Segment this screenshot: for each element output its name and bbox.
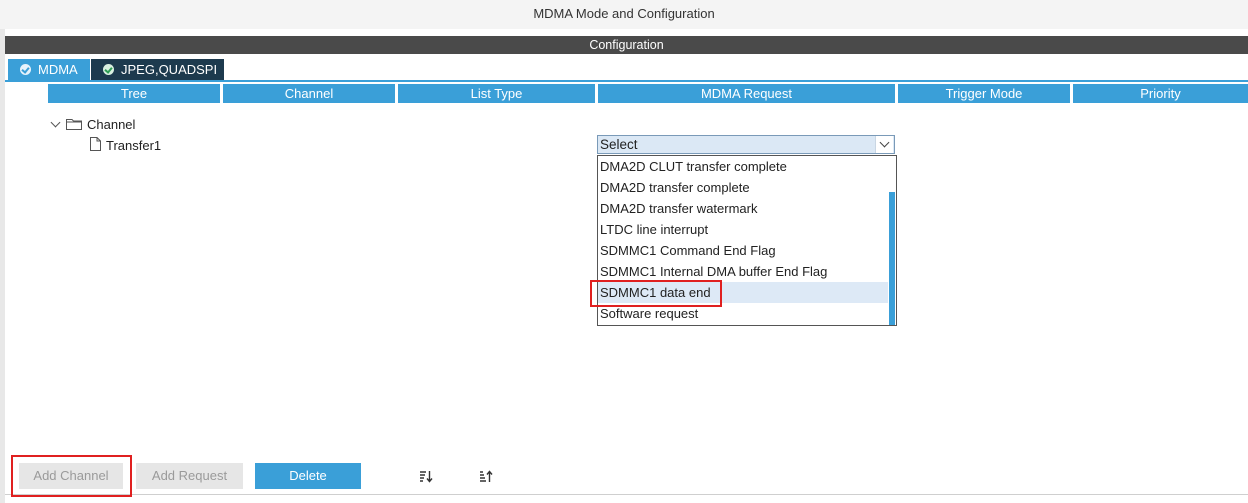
configuration-header: Configuration: [5, 36, 1248, 54]
dropdown-option[interactable]: LTDC line interrupt: [598, 219, 888, 240]
mdma-request-selected-value: Select: [600, 137, 638, 152]
window-title-bar: MDMA Mode and Configuration: [0, 0, 1248, 30]
column-header-trigger-mode[interactable]: Trigger Mode: [898, 84, 1070, 103]
check-circle-icon: [103, 64, 114, 75]
delete-button[interactable]: Delete: [255, 463, 361, 489]
dropdown-scrollbar-thumb[interactable]: [889, 192, 895, 325]
tab-jpeg-quadspi-label: JPEG,QUADSPI: [121, 62, 218, 77]
folder-icon: [66, 119, 82, 130]
column-header-priority[interactable]: Priority: [1073, 84, 1248, 103]
check-circle-icon: [20, 64, 31, 75]
tab-mdma[interactable]: MDMA: [8, 59, 90, 80]
dropdown-scrollbar[interactable]: [888, 156, 896, 325]
dropdown-option[interactable]: SDMMC1 Internal DMA buffer End Flag: [598, 261, 888, 282]
chevron-down-icon[interactable]: [50, 117, 61, 128]
tab-mdma-label: MDMA: [38, 62, 78, 77]
mdma-request-select[interactable]: Select: [597, 135, 895, 154]
table-header: Tree Channel List Type MDMA Request Trig…: [48, 84, 1248, 103]
highlight-box-option: [590, 280, 722, 307]
dropdown-option[interactable]: DMA2D CLUT transfer complete: [598, 156, 888, 177]
column-header-list-type[interactable]: List Type: [398, 84, 595, 103]
highlight-box-add-channel: [11, 455, 132, 497]
column-header-tree[interactable]: Tree: [48, 84, 220, 103]
configuration-panel: Configuration MDMA JPEG,QUADSPI Tree Cha…: [5, 29, 1248, 503]
dropdown-option[interactable]: DMA2D transfer watermark: [598, 198, 888, 219]
chevron-down-icon[interactable]: [875, 136, 893, 153]
tab-row: MDMA JPEG,QUADSPI: [5, 59, 1248, 82]
sort-up-icon[interactable]: [479, 470, 493, 483]
sort-down-icon[interactable]: [419, 470, 433, 483]
column-header-mdma-request[interactable]: MDMA Request: [598, 84, 895, 103]
tree-item-channel[interactable]: Channel: [87, 117, 135, 132]
column-header-channel[interactable]: Channel: [223, 84, 395, 103]
dropdown-option[interactable]: SDMMC1 Command End Flag: [598, 240, 888, 261]
tree-item-transfer1[interactable]: Transfer1: [106, 138, 161, 153]
tab-jpeg-quadspi[interactable]: JPEG,QUADSPI: [91, 59, 224, 80]
dropdown-option[interactable]: DMA2D transfer complete: [598, 177, 888, 198]
file-icon: [90, 137, 101, 151]
divider: [5, 494, 1248, 495]
add-request-button[interactable]: Add Request: [136, 463, 243, 489]
window-title: MDMA Mode and Configuration: [533, 6, 715, 21]
